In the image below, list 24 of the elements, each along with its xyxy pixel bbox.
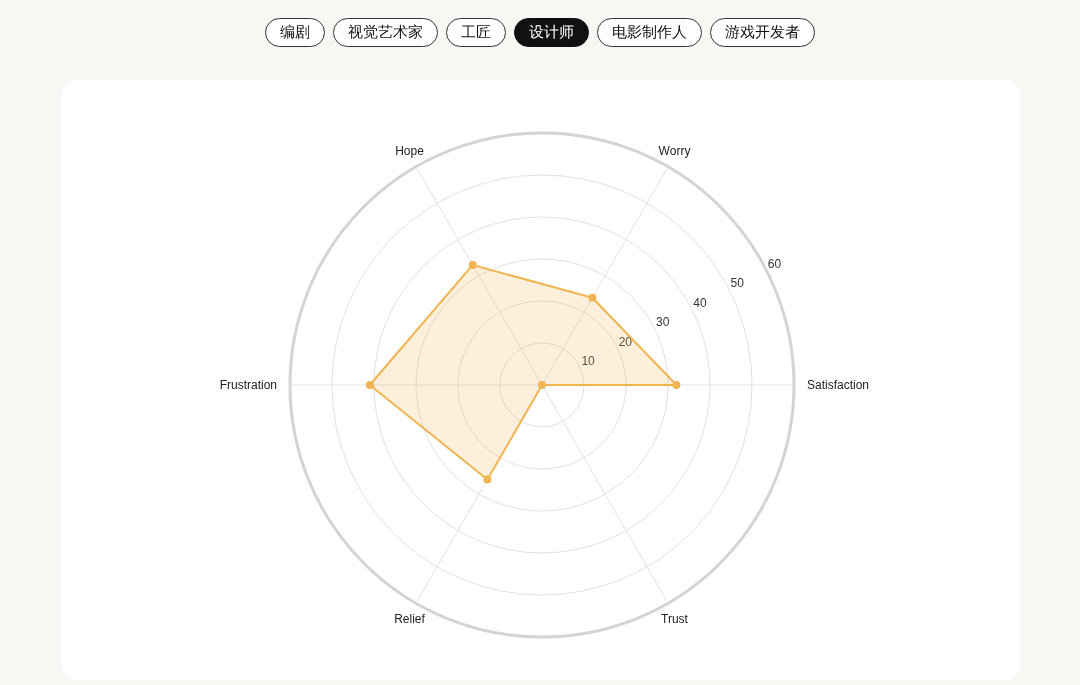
- tick-label: 20: [618, 334, 632, 349]
- axis-label: Frustration: [219, 378, 277, 392]
- data-point: [537, 381, 546, 389]
- axis-label: Hope: [394, 144, 424, 159]
- tick-label: 10: [580, 354, 595, 368]
- data-point: [482, 475, 491, 484]
- axis-label: Relief: [393, 611, 425, 626]
- axis-label: Trust: [660, 611, 688, 626]
- tick-label: 30: [655, 315, 669, 330]
- role-tab[interactable]: 视觉艺术家: [333, 18, 438, 47]
- role-tab[interactable]: 游戏开发者: [710, 18, 815, 47]
- role-tab[interactable]: 编剧: [265, 18, 325, 47]
- data-point: [587, 293, 596, 302]
- tick-label: 40: [692, 295, 707, 310]
- axis-label: Satisfaction: [806, 378, 869, 392]
- role-tab[interactable]: 工匠: [446, 18, 506, 47]
- data-point: [365, 381, 374, 389]
- role-tab[interactable]: 电影制作人: [597, 18, 702, 47]
- data-point: [671, 381, 680, 389]
- axis-label: Worry: [658, 144, 690, 159]
- role-tab[interactable]: 设计师: [514, 18, 589, 47]
- tick-label: 60: [767, 257, 781, 271]
- data-point: [468, 260, 477, 269]
- tick-label: 50: [729, 276, 744, 291]
